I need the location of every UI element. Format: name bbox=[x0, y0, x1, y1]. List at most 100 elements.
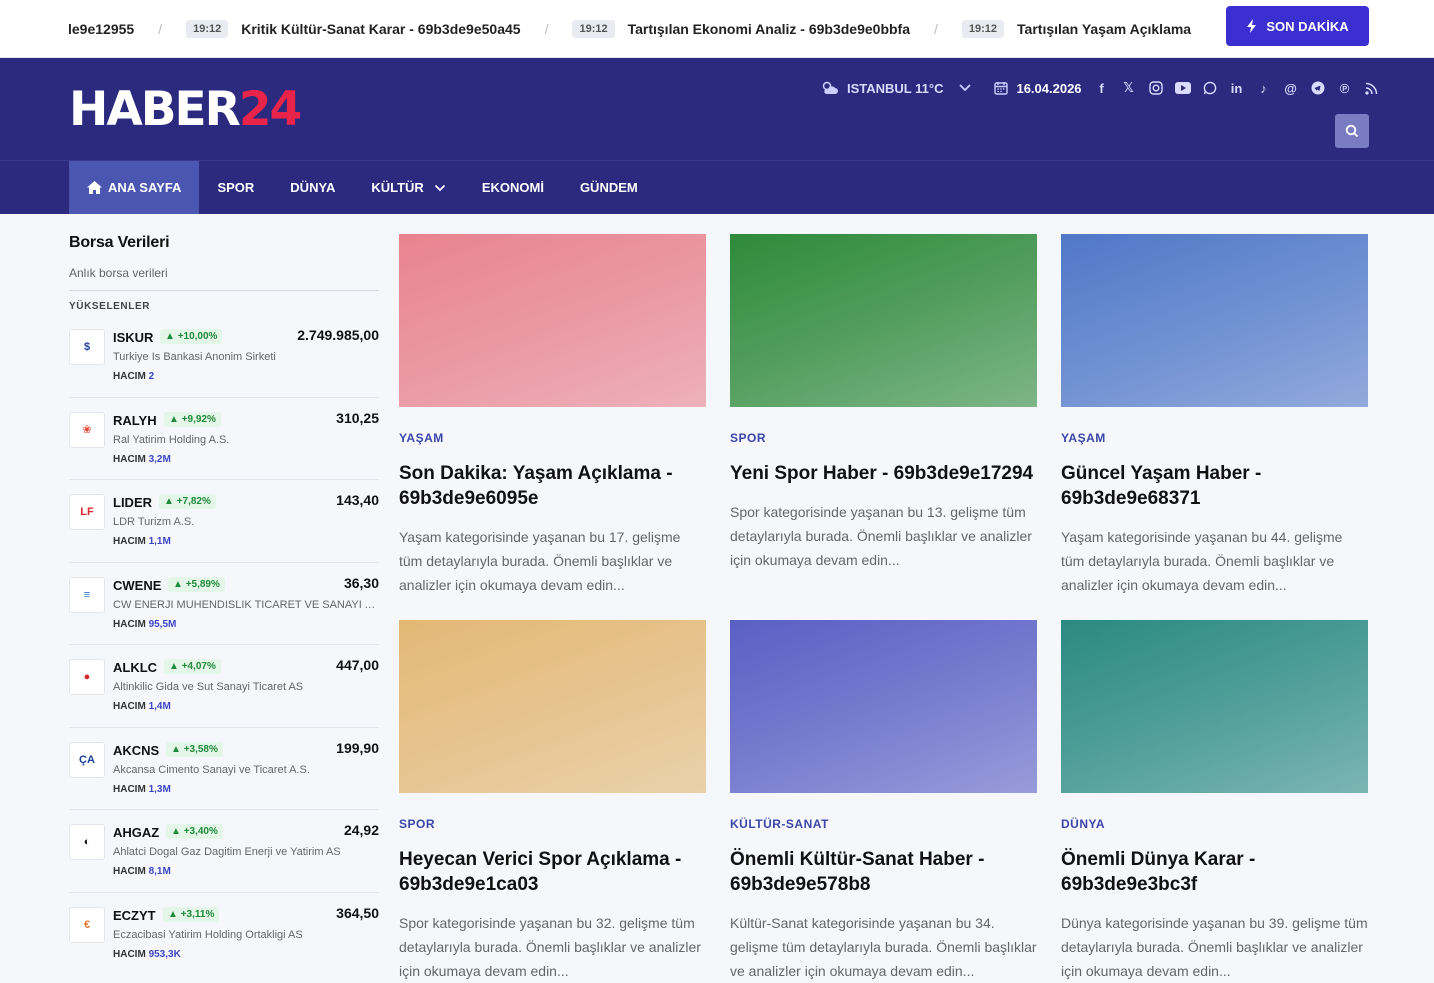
stock-change: +5,89% bbox=[185, 578, 220, 590]
article-title[interactable]: Son Dakika: Yaşam Açıklama - 69b3de9e609… bbox=[399, 461, 706, 511]
nav-item-ekonomi[interactable]: EKONOMİ bbox=[464, 161, 562, 214]
article-category[interactable]: YAŞAM bbox=[1061, 431, 1368, 445]
volume-label: HACIM bbox=[113, 866, 146, 877]
stock-price: 364,50 bbox=[336, 904, 379, 921]
article-title[interactable]: Güncel Yaşam Haber - 69b3de9e68371 bbox=[1061, 461, 1368, 511]
stock-symbol: RALYH bbox=[113, 412, 157, 428]
stock-price: 199,90 bbox=[336, 739, 379, 756]
stock-row[interactable]: $ ISKUR ▲ +10,00% 2.749.985,00 Turkiye Is Ba… bbox=[69, 315, 379, 398]
x-icon[interactable]: 𝕏 bbox=[1121, 80, 1137, 96]
stock-row[interactable]: ❀ RALYH ▲ +9,92% 310,25 Ral Yatirim Holding … bbox=[69, 398, 379, 480]
linkedin-icon[interactable]: in bbox=[1229, 80, 1245, 96]
article-category[interactable]: SPOR bbox=[399, 817, 706, 831]
ticker-text: Kritik Kültür-Sanat Karar - 69b3de9e50a4… bbox=[241, 21, 521, 37]
ticker-item[interactable]: 19:12 Tartışılan Ekonomi Analiz - 69b3de… bbox=[572, 20, 961, 38]
weather-icon bbox=[822, 81, 838, 94]
telegram-icon[interactable] bbox=[1310, 80, 1326, 96]
stock-row[interactable]: € ECZYT ▲ +3,11% 364,50 Eczacibasi Yatirim H… bbox=[69, 893, 379, 976]
article-title[interactable]: Önemli Kültür-Sanat Haber - 69b3de9e578b… bbox=[730, 847, 1037, 897]
breaking-ticker: le9e12955 / 19:12 Kritik Kültür-Sanat Ka… bbox=[0, 0, 1434, 58]
article-title[interactable]: Yeni Spor Haber - 69b3de9e17294 bbox=[730, 461, 1037, 486]
chevron-down-icon[interactable] bbox=[958, 83, 972, 93]
article-card[interactable]: SPOR Heyecan Verici Spor Açıklama - 69b3d… bbox=[399, 620, 706, 983]
article-category[interactable]: DÜNYA bbox=[1061, 817, 1368, 831]
volume-label: HACIM bbox=[113, 618, 146, 630]
stock-symbol: CWENE bbox=[113, 577, 162, 593]
stock-change-badge: ▲ +10,00% bbox=[160, 329, 223, 344]
article-category[interactable]: KÜLTÜR-SANAT bbox=[730, 817, 1037, 831]
ticker-time: 19:12 bbox=[186, 20, 229, 38]
ticker-item[interactable]: le9e12955 / bbox=[68, 21, 186, 37]
article-card[interactable]: KÜLTÜR-SANAT Önemli Kültür-Sanat Haber - … bbox=[730, 620, 1037, 983]
stock-row[interactable]: ◐ AHGAZ ▲ +3,40% 24,92 Ahlatci Dogal Gaz Dag… bbox=[69, 810, 379, 893]
article-card[interactable]: YAŞAM Son Dakika: Yaşam Açıklama - 69b3de… bbox=[399, 234, 706, 597]
lightning-icon bbox=[1247, 19, 1257, 33]
weather-widget[interactable]: ISTANBUL 11°C bbox=[820, 80, 972, 96]
son-dakika-button[interactable]: SON DAKİKA bbox=[1226, 6, 1369, 46]
whatsapp-icon[interactable] bbox=[1202, 80, 1218, 96]
stock-row[interactable]: ● ALKLC ▲ +4,07% 447,00 Altinkilic Gida ve S… bbox=[69, 645, 379, 728]
rss-icon[interactable] bbox=[1364, 80, 1380, 96]
volume-value: 8,1M bbox=[148, 866, 171, 877]
ticker-text: le9e12955 bbox=[68, 21, 135, 37]
nav-item-spor[interactable]: SPOR bbox=[199, 161, 272, 214]
stock-logo: LF bbox=[69, 494, 105, 530]
stock-logo-glyph: ❀ bbox=[82, 424, 92, 436]
stock-logo-glyph: ÇA bbox=[79, 753, 95, 766]
nav-item-dunya[interactable]: DÜNYA bbox=[272, 161, 353, 214]
article-title[interactable]: Heyecan Verici Spor Açıklama - 69b3de9e1… bbox=[399, 847, 706, 897]
site-header: HABER24 ISTANBUL 11°C 16.04.2026 f 𝕏 in … bbox=[0, 58, 1434, 161]
article-title[interactable]: Önemli Dünya Karar - 69b3de9e3bc3f bbox=[1061, 847, 1368, 897]
stock-row[interactable]: LF LIDER ▲ +7,82% 143,40 LDR Turizm A.S. HACI… bbox=[69, 480, 379, 563]
threads-icon[interactable]: @ bbox=[1283, 80, 1299, 96]
date-text: 16.04.2026 bbox=[1016, 80, 1082, 96]
stock-change-badge: ▲ +3,11% bbox=[163, 906, 220, 922]
article-card[interactable]: SPOR Yeni Spor Haber - 69b3de9e17294 Spor … bbox=[730, 234, 1037, 572]
article-description: Yaşam kategorisinde yaşanan bu 44. geliş… bbox=[1061, 529, 1343, 593]
article-image[interactable] bbox=[399, 620, 706, 793]
article-description: Kültür-Sanat kategorisinde yaşanan bu 34… bbox=[730, 915, 1037, 979]
stock-logo: ❀ bbox=[69, 411, 105, 448]
chevron-down-icon bbox=[434, 184, 445, 191]
tiktok-icon[interactable]: ♪ bbox=[1256, 80, 1272, 96]
header-info: ISTANBUL 11°C 16.04.2026 f 𝕏 in ♪ @ ℗ bbox=[820, 78, 1380, 98]
article-image[interactable] bbox=[730, 620, 1037, 793]
stock-price: 24,92 bbox=[343, 822, 379, 838]
instagram-icon[interactable] bbox=[1148, 80, 1164, 96]
volume-label: HACIM bbox=[113, 948, 146, 960]
ticker-time: 19:12 bbox=[961, 20, 1005, 38]
article-image[interactable] bbox=[1061, 234, 1368, 407]
article-category[interactable]: SPOR bbox=[730, 431, 1037, 445]
volume-value: 2 bbox=[148, 371, 155, 382]
search-button[interactable] bbox=[1335, 114, 1369, 148]
ticker-item[interactable]: 19:12 Tartışılan Yaşam Açıklama bbox=[961, 20, 1191, 38]
article-image[interactable] bbox=[399, 234, 706, 407]
article-category[interactable]: YAŞAM bbox=[399, 431, 706, 445]
stock-price: 2.749.985,00 bbox=[297, 327, 379, 343]
pinterest-icon[interactable]: ℗ bbox=[1337, 80, 1353, 96]
article-card[interactable]: YAŞAM Güncel Yaşam Haber - 69b3de9e68371 Y… bbox=[1061, 234, 1368, 597]
nav-item-ana-sayfa[interactable]: ANA SAYFA bbox=[69, 161, 200, 214]
stock-change-badge: ▲ +9,92% bbox=[164, 411, 221, 427]
ticker-item[interactable]: 19:12 Kritik Kültür-Sanat Karar - 69b3de… bbox=[186, 20, 572, 38]
article-card[interactable]: DÜNYA Önemli Dünya Karar - 69b3de9e3bc3f D… bbox=[1061, 620, 1368, 983]
stock-price: 36,30 bbox=[343, 574, 379, 591]
article-image[interactable] bbox=[730, 234, 1037, 407]
youtube-icon[interactable] bbox=[1174, 80, 1191, 96]
facebook-icon[interactable]: f bbox=[1094, 80, 1110, 96]
nav-label: KÜLTÜR bbox=[371, 180, 424, 195]
search-icon bbox=[1345, 124, 1359, 138]
stock-row[interactable]: ÇA AKCNS ▲ +3,58% 199,90 Akcansa Cimento San… bbox=[69, 728, 379, 810]
stock-name: Ahlatci Dogal Gaz Dagitim Enerji ve Yati… bbox=[113, 846, 341, 858]
nav-item-kultur[interactable]: KÜLTÜR bbox=[353, 161, 463, 214]
nav-item-gundem[interactable]: GÜNDEM bbox=[562, 161, 656, 214]
stock-logo-glyph: $ bbox=[83, 341, 91, 353]
divider bbox=[69, 290, 379, 291]
logo-text: HABER bbox=[69, 82, 241, 137]
stock-symbol: AKCNS bbox=[113, 742, 160, 758]
site-logo[interactable]: HABER24 bbox=[69, 86, 302, 133]
article-image[interactable] bbox=[1061, 620, 1368, 793]
stock-change: +9,92% bbox=[181, 413, 216, 425]
stock-row[interactable]: ≡ CWENE ▲ +5,89% 36,30 CW ENERJI MUHENDISLIK… bbox=[69, 563, 379, 645]
nav-label: GÜNDEM bbox=[579, 180, 638, 195]
